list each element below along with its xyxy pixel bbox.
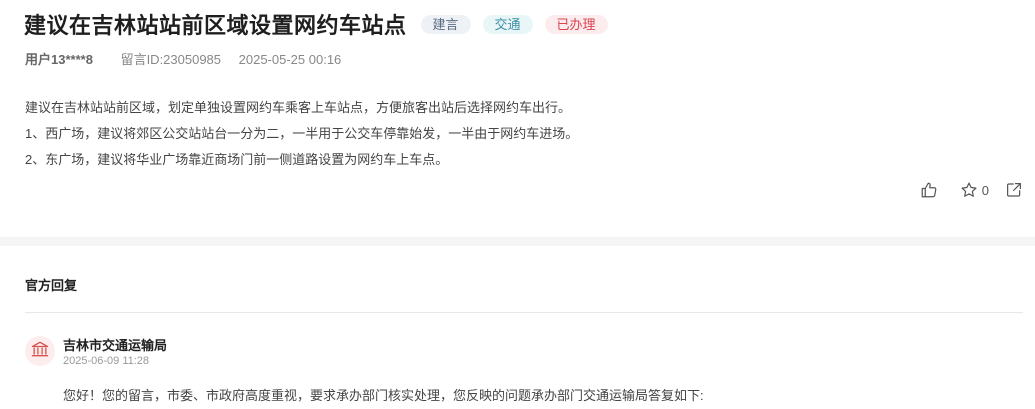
- share-icon: [1005, 181, 1023, 199]
- post-body-line: 2、东广场，建议将华业广场靠近商场门前一侧道路设置为网约车上车点。: [25, 152, 449, 167]
- post-title: 建议在吉林站站前区域设置网约车站点: [24, 13, 407, 38]
- title-row: 建议在吉林站站前区域设置网约车站点 建言 交通 已办理: [24, 8, 608, 40]
- share-button[interactable]: [1005, 181, 1023, 199]
- like-button[interactable]: [920, 181, 938, 199]
- post-body-line: 1、西广场，建议将郊区公交站站台一分为二，一半用于公交车停靠始发，一半由于网约车…: [25, 126, 579, 141]
- reply-section-title: 官方回复: [25, 278, 78, 293]
- section-divider: [0, 237, 1035, 246]
- post-body-line: 建议在吉林站站前区域，划定单独设置网约车乘客上车站点，方便旅客出站后选择网约车出…: [25, 100, 572, 115]
- post-card: 建议在吉林站站前区域设置网约车站点 建言 交通 已办理 用户13****8 留言…: [0, 0, 1035, 240]
- message-id: 留言ID:23050985: [120, 52, 222, 67]
- tag-suggestion[interactable]: 建言: [420, 14, 471, 34]
- tag-traffic[interactable]: 交通: [482, 14, 533, 34]
- post-author: 用户13****8: [25, 52, 93, 67]
- reply-date: 2025-06-09 11:28: [63, 355, 150, 367]
- reply-text: 您好！您的留言，市委、市政府高度重视，要求承办部门核实处理，您反映的问题承办部门…: [63, 388, 704, 403]
- post-body: 建议在吉林站站前区域，划定单独设置网约车乘客上车站点，方便旅客出站后选择网约车出…: [25, 95, 1005, 173]
- reply-org-name: 吉林市交通运输局: [63, 338, 168, 353]
- government-building-icon: [30, 339, 50, 364]
- post-meta: 用户13****8 留言ID:23050985 2025-05-25 00:16: [25, 49, 341, 68]
- post-datetime: 2025-05-25 00:16: [238, 52, 342, 67]
- favorite-count: 0: [981, 182, 989, 198]
- status-badge: 已办理: [544, 14, 608, 34]
- post-actions: 0: [920, 181, 1023, 199]
- favorite-button[interactable]: 0: [960, 181, 989, 199]
- thumbs-up-icon: [920, 181, 938, 199]
- reply-divider: [25, 312, 1023, 313]
- star-icon: [960, 181, 978, 199]
- org-avatar: [25, 336, 55, 366]
